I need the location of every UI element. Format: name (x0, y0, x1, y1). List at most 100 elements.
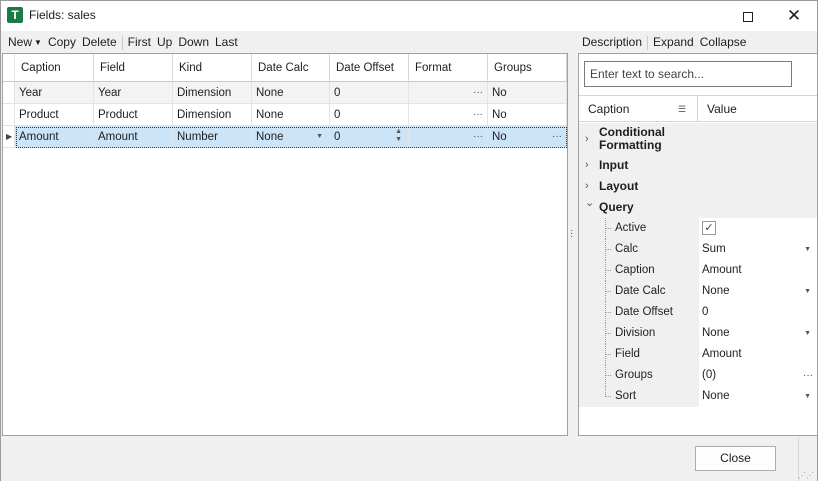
chevron-down-icon[interactable]: ▼ (804, 239, 811, 260)
property-value-text: 0 (702, 306, 709, 318)
table-cell[interactable]: No ··· (488, 126, 567, 148)
ellipsis-icon[interactable]: ··· (473, 126, 483, 147)
property-row[interactable]: Active ✓ (579, 218, 817, 239)
close-window-button[interactable]: ✕ (771, 1, 817, 31)
property-name: Caption (615, 260, 699, 281)
property-row[interactable]: Calc Sum ▼ (579, 239, 817, 260)
tree-branch (605, 333, 611, 334)
chevron-down-icon[interactable]: ▼ (804, 386, 811, 407)
tree-branch (605, 396, 611, 397)
chevron-right-icon[interactable]: › (585, 155, 589, 176)
spin-arrows-icon[interactable]: ▲ ▼ (395, 128, 402, 144)
delete-button[interactable]: Delete (79, 32, 120, 52)
property-value[interactable]: None ▼ (699, 323, 817, 344)
property-row[interactable]: Groups (0) ··· (579, 365, 817, 386)
new-button[interactable]: New ▼ (5, 32, 45, 53)
down-button[interactable]: Down (175, 32, 212, 52)
property-value[interactable]: 0 (699, 302, 817, 323)
table-cell[interactable]: Dimension (173, 104, 252, 126)
table-cell[interactable]: Number (173, 126, 252, 148)
column-header[interactable]: Groups (488, 54, 567, 82)
property-value[interactable]: (0) ··· (699, 365, 817, 386)
collapse-button[interactable]: Collapse (697, 32, 750, 52)
cell-text: Product (98, 109, 138, 121)
property-value-text: (0) (702, 369, 717, 381)
table-cell[interactable]: Dimension (173, 82, 252, 104)
chevron-down-icon[interactable]: ▼ (804, 323, 811, 344)
tree-branch (605, 354, 611, 355)
property-category[interactable]: ⌄ Query (579, 197, 817, 218)
property-search-input[interactable]: Enter text to search... (584, 61, 792, 87)
property-value[interactable]: ✓ (699, 218, 817, 239)
ellipsis-icon[interactable]: ··· (473, 104, 483, 125)
cell-text: Dimension (177, 109, 232, 121)
table-cell[interactable]: 0 (330, 104, 409, 126)
app-icon: T (7, 7, 23, 23)
table-cell[interactable]: ··· (409, 126, 488, 148)
row-indicator[interactable]: ▶ (3, 126, 15, 148)
table-cell[interactable]: 0 (330, 82, 409, 104)
row-indicator[interactable] (3, 82, 15, 104)
column-header[interactable]: Field (94, 54, 173, 82)
description-button[interactable]: Description (579, 32, 645, 52)
property-category[interactable]: › Layout (579, 176, 817, 197)
table-cell[interactable]: Product (94, 104, 173, 126)
property-value[interactable]: Amount (699, 260, 817, 281)
property-row[interactable]: Date Calc None ▼ (579, 281, 817, 302)
table-cell[interactable]: Product (15, 104, 94, 126)
property-row[interactable]: Sort None ▼ (579, 386, 817, 407)
chevron-right-icon[interactable]: › (585, 123, 589, 155)
table-cell[interactable]: None ▼ (252, 126, 330, 148)
chevron-down-icon[interactable]: ⌄ (585, 193, 594, 214)
expand-button[interactable]: Expand (650, 32, 697, 52)
table-cell[interactable]: None (252, 82, 330, 104)
property-category[interactable]: › Input (579, 155, 817, 176)
column-header[interactable]: Date Offset (330, 54, 409, 82)
table-cell[interactable]: Year (15, 82, 94, 104)
row-indicator[interactable] (3, 104, 15, 126)
table-cell[interactable]: ··· (409, 104, 488, 126)
title-bar: T Fields: sales ✕ (1, 1, 817, 31)
table-cell[interactable]: Year (94, 82, 173, 104)
property-row[interactable]: Caption Amount (579, 260, 817, 281)
ellipsis-icon[interactable]: ··· (473, 82, 483, 103)
ellipsis-icon[interactable]: ··· (803, 365, 813, 386)
table-cell[interactable]: ··· (409, 82, 488, 104)
property-row[interactable]: Date Offset 0 (579, 302, 817, 323)
column-header[interactable]: Kind (173, 54, 252, 82)
property-row[interactable]: Division None ▼ (579, 323, 817, 344)
column-header[interactable]: Caption (15, 54, 94, 82)
table-cell[interactable]: 0 ▲ ▼ (330, 126, 409, 148)
value-column-header[interactable]: Value (707, 96, 737, 122)
property-value[interactable]: Sum ▼ (699, 239, 817, 260)
last-button[interactable]: Last (212, 32, 241, 52)
splitter-handle[interactable]: · · · (570, 226, 573, 242)
sort-icon[interactable]: ☰ (678, 104, 686, 115)
table-row[interactable]: ▶ Amount Amount Number None ▼ 0 ▲ ▼ ··· No ··· (3, 126, 567, 148)
active-checkbox[interactable]: ✓ (702, 221, 716, 235)
property-value[interactable]: None ▼ (699, 281, 817, 302)
table-cell[interactable]: No (488, 104, 567, 126)
table-row[interactable]: Product Product Dimension None 0 ··· No (3, 104, 567, 126)
property-category[interactable]: › Conditional Formatting (579, 123, 817, 155)
table-row[interactable]: Year Year Dimension None 0 ··· No (3, 82, 567, 104)
property-value[interactable]: None ▼ (699, 386, 817, 407)
ellipsis-icon[interactable]: ··· (552, 126, 562, 147)
up-button[interactable]: Up (154, 32, 175, 52)
resize-grip-icon[interactable]: ⋰⋰ (798, 472, 814, 480)
chevron-down-icon[interactable]: ▼ (804, 281, 811, 302)
copy-button[interactable]: Copy (45, 32, 79, 52)
table-cell[interactable]: Amount (15, 126, 94, 148)
table-cell[interactable]: Amount (94, 126, 173, 148)
column-header[interactable]: Date Calc (252, 54, 330, 82)
column-header[interactable]: Format (409, 54, 488, 82)
property-row[interactable]: Field Amount (579, 344, 817, 365)
maximize-button[interactable] (725, 1, 771, 31)
table-cell[interactable]: None (252, 104, 330, 126)
first-button[interactable]: First (125, 32, 154, 52)
caption-column-header[interactable]: Caption (588, 96, 629, 122)
close-button[interactable]: Close (695, 446, 776, 471)
chevron-down-icon[interactable]: ▼ (316, 126, 323, 147)
table-cell[interactable]: No (488, 82, 567, 104)
property-value[interactable]: Amount (699, 344, 817, 365)
